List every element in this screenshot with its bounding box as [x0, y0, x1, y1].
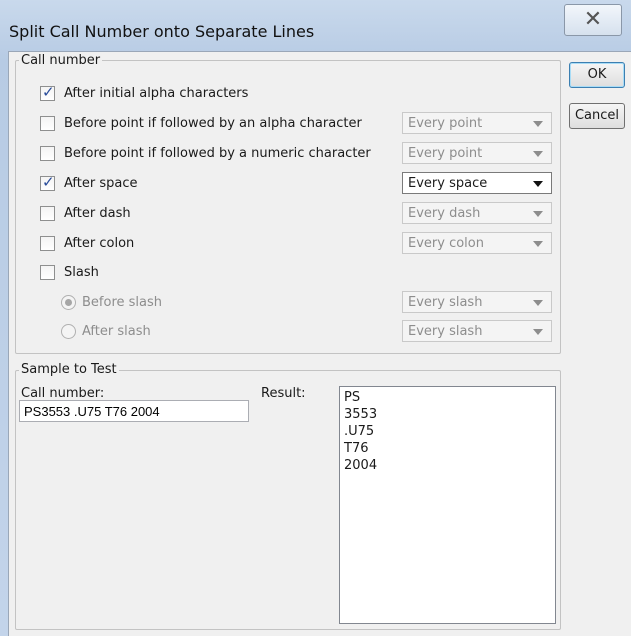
checkbox-after-colon[interactable] [40, 236, 55, 251]
result-line: T76 [344, 441, 369, 456]
select-before-slash: Every slash [402, 291, 552, 313]
checkbox-after-dash[interactable] [40, 206, 55, 221]
select-before-point-numeric: Every point [402, 142, 552, 164]
chevron-down-icon [533, 300, 543, 306]
result-line: 2004 [344, 458, 378, 473]
checkbox-before-point-numeric[interactable] [40, 146, 55, 161]
select-after-dash: Every dash [402, 202, 552, 224]
radio-before-slash[interactable] [61, 295, 76, 310]
sample-group-legend: Sample to Test [19, 362, 119, 377]
dialog-title: Split Call Number onto Separate Lines [9, 22, 315, 41]
select-value: Every slash [408, 295, 483, 310]
select-value: Every point [408, 146, 483, 161]
cancel-button[interactable]: Cancel [569, 103, 625, 129]
select-after-slash: Every slash [402, 320, 552, 342]
label-before-slash: Before slash [82, 295, 162, 310]
checkbox-after-initial-alpha[interactable] [40, 83, 55, 101]
result-textbox[interactable]: PS 3553 .U75 T76 2004 [339, 386, 556, 624]
select-value: Every point [408, 116, 483, 131]
call-number-input-label: Call number: [21, 386, 105, 401]
label-after-dash: After dash [64, 206, 131, 221]
label-after-space: After space [64, 176, 138, 191]
label-after-slash: After slash [82, 324, 151, 339]
checkbox-before-point-alpha[interactable] [40, 116, 55, 131]
select-value: Every space [408, 176, 488, 191]
checkbox-after-space[interactable] [40, 173, 55, 191]
checkbox-slash[interactable] [40, 265, 55, 280]
select-before-point-alpha: Every point [402, 112, 552, 134]
call-number-group-legend: Call number [19, 53, 103, 68]
chevron-down-icon [533, 241, 543, 247]
chevron-down-icon [533, 121, 543, 127]
select-after-colon: Every colon [402, 232, 552, 254]
radio-after-slash[interactable] [61, 324, 76, 339]
dialog-window: Split Call Number onto Separate Lines ✕ … [0, 0, 631, 636]
select-value: Every slash [408, 324, 483, 339]
dialog-body: Call number After initial alpha characte… [8, 51, 631, 636]
result-line: .U75 [344, 424, 375, 439]
label-before-point-alpha: Before point if followed by an alpha cha… [64, 116, 362, 131]
chevron-down-icon [533, 211, 543, 217]
chevron-down-icon [533, 181, 543, 187]
chevron-down-icon [533, 329, 543, 335]
result-line: 3553 [344, 407, 378, 422]
select-value: Every dash [408, 206, 481, 221]
label-after-initial-alpha: After initial alpha characters [64, 86, 249, 101]
chevron-down-icon [533, 151, 543, 157]
label-slash: Slash [64, 265, 99, 280]
label-after-colon: After colon [64, 236, 135, 251]
close-icon: ✕ [583, 7, 603, 32]
result-line: PS [344, 390, 361, 405]
result-label: Result: [261, 386, 306, 401]
select-after-space[interactable]: Every space [402, 172, 552, 194]
select-value: Every colon [408, 236, 484, 251]
call-number-input[interactable] [19, 400, 249, 422]
title-bar[interactable]: Split Call Number onto Separate Lines ✕ [0, 0, 631, 44]
label-before-point-numeric: Before point if followed by a numeric ch… [64, 146, 371, 161]
close-button[interactable]: ✕ [564, 4, 622, 36]
ok-button[interactable]: OK [569, 62, 625, 88]
